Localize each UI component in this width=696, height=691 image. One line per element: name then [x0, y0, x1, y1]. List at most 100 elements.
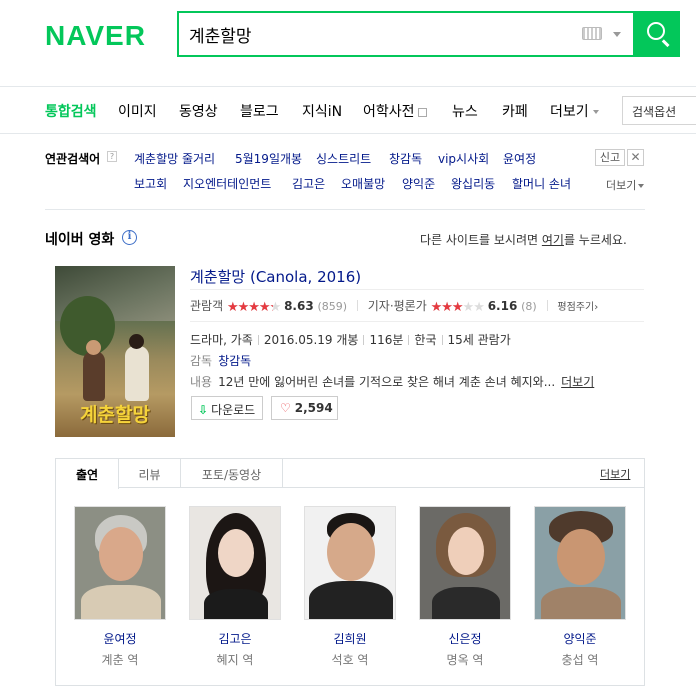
related-more-button[interactable]: 더보기 — [606, 177, 645, 193]
tab-more[interactable]: 더보기 — [550, 101, 599, 121]
chevron-down-icon — [638, 184, 645, 188]
separator — [441, 335, 443, 345]
info-icon[interactable]: i — [122, 230, 137, 245]
tab-images[interactable]: 이미지 — [118, 101, 157, 121]
cast-member[interactable]: 양익준 충섭 역 — [534, 506, 626, 668]
cast-photo[interactable] — [534, 506, 626, 620]
tab-news[interactable]: 뉴스 — [452, 101, 478, 121]
poster-head — [86, 340, 101, 355]
other-site-pre: 다른 사이트를 보시려면 — [420, 233, 542, 247]
cast-member[interactable]: 김희원 석호 역 — [304, 506, 396, 668]
cast-panel: 출연 리뷰 포토/동영상 더보기 윤여정 계춘 역 김고은 혜지 역 김희원 석… — [55, 458, 645, 686]
photo-body — [541, 587, 621, 619]
cast-name[interactable]: 윤여정 — [74, 630, 166, 647]
like-count: 2,594 — [294, 401, 333, 415]
separator — [363, 335, 365, 345]
related-searches: 연관검색어 ? 계춘할망 줄거리 5월19일개봉 싱스트리트 창감독 vip시사… — [0, 134, 696, 210]
cast-role: 명옥 역 — [446, 653, 484, 667]
tab-videos[interactable]: 동영상 — [179, 101, 218, 121]
search-tabs: 통합검색 이미지 동영상 블로그 지식iN 어학사전 뉴스 카페 더보기 검색옵… — [0, 86, 696, 134]
related-item[interactable]: 창감독 — [389, 150, 422, 167]
close-icon[interactable]: ✕ — [627, 149, 644, 166]
external-icon — [417, 107, 427, 117]
photo-body — [432, 587, 500, 619]
chevron-down-icon[interactable] — [613, 32, 621, 37]
cast-name[interactable]: 신은정 — [419, 630, 511, 647]
cast-photo[interactable] — [304, 506, 396, 620]
like-button[interactable]: ♡ 2,594 — [271, 396, 338, 420]
download-icon: ⇩ — [198, 403, 209, 417]
runtime: 116분 — [369, 333, 404, 347]
plot-text: 12년 만에 잃어버린 손녀를 기적으로 찾은 해녀 계춘 손녀 혜지와... — [218, 375, 556, 389]
section-title: 네이버 영화 — [45, 232, 115, 248]
photo-face — [448, 527, 484, 575]
tab-dictionary[interactable]: 어학사전 — [363, 101, 427, 121]
related-item[interactable]: 계춘할망 줄거리 — [134, 150, 215, 167]
heart-icon: ♡ — [280, 401, 291, 415]
related-item[interactable]: 할머니 손녀 — [512, 175, 571, 192]
poster-title: 계춘할망 — [80, 404, 150, 426]
related-item[interactable]: 양익준 — [402, 175, 435, 192]
divider — [190, 321, 644, 322]
related-item[interactable]: 왕십리동 — [451, 175, 495, 192]
download-button[interactable]: ⇩ 다운로드 — [191, 396, 263, 420]
related-item[interactable]: 윤여정 — [503, 150, 536, 167]
related-item[interactable]: 오매불망 — [341, 175, 385, 192]
naver-logo[interactable]: NAVER — [45, 20, 146, 52]
cast-photo[interactable] — [189, 506, 281, 620]
audience-count: (859) — [317, 300, 348, 313]
cast-member[interactable]: 김고은 혜지 역 — [189, 506, 281, 668]
poster-figure — [83, 351, 105, 401]
help-icon[interactable]: ? — [107, 151, 117, 162]
cast-member[interactable]: 신은정 명옥 역 — [419, 506, 511, 668]
search-icon-handle — [662, 39, 670, 47]
related-item[interactable]: 싱스트리트 — [316, 150, 371, 167]
cast-member[interactable]: 윤여정 계춘 역 — [74, 506, 166, 668]
cast-name[interactable]: 양익준 — [534, 630, 626, 647]
search-option-button[interactable]: 검색옵션 — [622, 96, 696, 125]
separator — [546, 300, 548, 311]
country: 한국 — [414, 333, 437, 347]
cast-role: 충섭 역 — [561, 653, 599, 667]
poster-figure — [125, 346, 149, 401]
related-item[interactable]: 지오엔터테인먼트 — [183, 175, 271, 192]
cast-photo[interactable] — [74, 506, 166, 620]
cast-name[interactable]: 김고은 — [189, 630, 281, 647]
related-item[interactable]: 김고은 — [292, 175, 325, 192]
search-input[interactable] — [189, 21, 569, 47]
critic-score: 6.16 — [487, 299, 518, 313]
tab-blog[interactable]: 블로그 — [240, 101, 279, 121]
other-site-link[interactable]: 여기 — [542, 233, 564, 247]
plot-label: 내용 — [190, 375, 213, 389]
keyboard-icon[interactable] — [582, 27, 602, 40]
cast-role: 계춘 역 — [101, 653, 139, 667]
movie-title-link[interactable]: 계춘할망 (Canola, 2016) — [190, 266, 361, 287]
cast-name[interactable]: 김희원 — [304, 630, 396, 647]
tab-kin[interactable]: 지식iN — [302, 101, 342, 121]
plot-row: 내용 12년 만에 잃어버린 손녀를 기적으로 찾은 해녀 계춘 손녀 혜지와..… — [190, 373, 594, 390]
director-row: 감독 창감독 — [190, 352, 251, 369]
search-button[interactable] — [635, 11, 680, 57]
tab-integrated[interactable]: 통합검색 — [45, 101, 97, 121]
related-item[interactable]: 5월19일개봉 — [235, 150, 302, 167]
tab-dictionary-label: 어학사전 — [363, 104, 415, 120]
tab-cast[interactable]: 출연 — [56, 459, 119, 489]
tab-review[interactable]: 리뷰 — [119, 459, 181, 488]
report-button[interactable]: 신고 — [595, 149, 625, 166]
cast-more-link[interactable]: 더보기 — [600, 466, 630, 482]
director-link[interactable]: 창감독 — [218, 354, 251, 368]
plot-more-link[interactable]: 더보기 — [561, 375, 594, 389]
related-item[interactable]: 보고회 — [134, 175, 167, 192]
tab-more-label: 더보기 — [550, 104, 589, 120]
tab-photo-video[interactable]: 포토/동영상 — [181, 459, 283, 488]
related-item[interactable]: vip시사회 — [438, 150, 489, 167]
search-box[interactable] — [177, 11, 635, 57]
photo-face — [557, 529, 605, 585]
related-more-label: 더보기 — [606, 179, 637, 192]
tab-cafe[interactable]: 카페 — [502, 101, 528, 121]
cast-photo[interactable] — [419, 506, 511, 620]
movie-poster[interactable]: 계춘할망 — [55, 266, 175, 437]
critic-label: 기자·평론가 — [367, 299, 427, 313]
audience-stars: ★★★★★★★★★★ — [226, 300, 281, 315]
rate-link[interactable]: 평점주기› — [557, 302, 598, 313]
